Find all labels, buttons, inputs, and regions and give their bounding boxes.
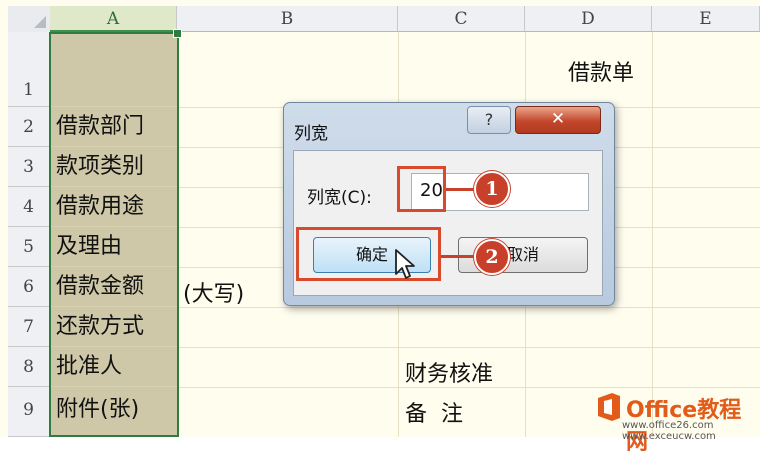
- row-header[interactable]: 4: [8, 187, 50, 227]
- watermark: Office教程网 www.office26.com www.exceucw.c…: [592, 386, 760, 455]
- cell-a6[interactable]: 借款金额: [50, 267, 177, 307]
- step-1-badge: 1: [474, 171, 510, 207]
- cell-a2[interactable]: 借款部门: [50, 107, 177, 147]
- column-header-c[interactable]: C: [398, 6, 525, 32]
- cell-a9[interactable]: 附件(张): [50, 387, 177, 437]
- cell-a3[interactable]: 款项类别: [50, 147, 177, 187]
- column-header-a[interactable]: A: [50, 6, 177, 32]
- step-2-badge: 2: [474, 239, 510, 275]
- column-header-b[interactable]: B: [177, 6, 398, 32]
- callout-connector: [441, 255, 475, 258]
- column-header-d[interactable]: D: [525, 6, 652, 32]
- cell-c8[interactable]: 财务核准: [405, 356, 493, 388]
- cell-c9[interactable]: 备 注: [405, 396, 463, 428]
- cell-a1[interactable]: [50, 32, 177, 107]
- gridline: [177, 347, 760, 348]
- select-all-corner[interactable]: [8, 6, 51, 33]
- cell-a4[interactable]: 借款用途: [50, 187, 177, 227]
- office-logo-icon: [598, 393, 620, 421]
- dialog-title: 列宽: [294, 124, 328, 144]
- row-header[interactable]: 5: [8, 227, 50, 267]
- input-highlight: [397, 166, 446, 212]
- watermark-url: www.office26.com www.exceucw.com: [622, 420, 716, 442]
- ok-button-highlight: [296, 227, 441, 281]
- close-button[interactable]: ✕: [515, 106, 601, 134]
- row-header[interactable]: 6: [8, 267, 50, 307]
- cell-a5[interactable]: 及理由: [50, 227, 177, 267]
- callout-connector: [446, 188, 476, 191]
- row-header[interactable]: 7: [8, 307, 50, 347]
- cell-d1-title[interactable]: 借款单: [568, 55, 634, 87]
- help-button[interactable]: ?: [467, 106, 511, 134]
- row-header[interactable]: 3: [8, 147, 50, 187]
- row-header[interactable]: 8: [8, 347, 50, 387]
- column-width-label: 列宽(C):: [307, 188, 372, 208]
- cell-b6[interactable]: (大写): [183, 276, 244, 308]
- gridline: [177, 307, 760, 308]
- column-header-e[interactable]: E: [652, 6, 760, 32]
- row-header[interactable]: 2: [8, 107, 50, 147]
- cell-a7[interactable]: 还款方式: [50, 307, 177, 347]
- fill-handle[interactable]: [173, 29, 182, 38]
- mouse-pointer-icon: [394, 248, 418, 284]
- row-header[interactable]: 1: [8, 32, 50, 107]
- cell-a8[interactable]: 批准人: [50, 347, 177, 387]
- row-header[interactable]: 9: [8, 387, 50, 437]
- gridline: [652, 32, 653, 437]
